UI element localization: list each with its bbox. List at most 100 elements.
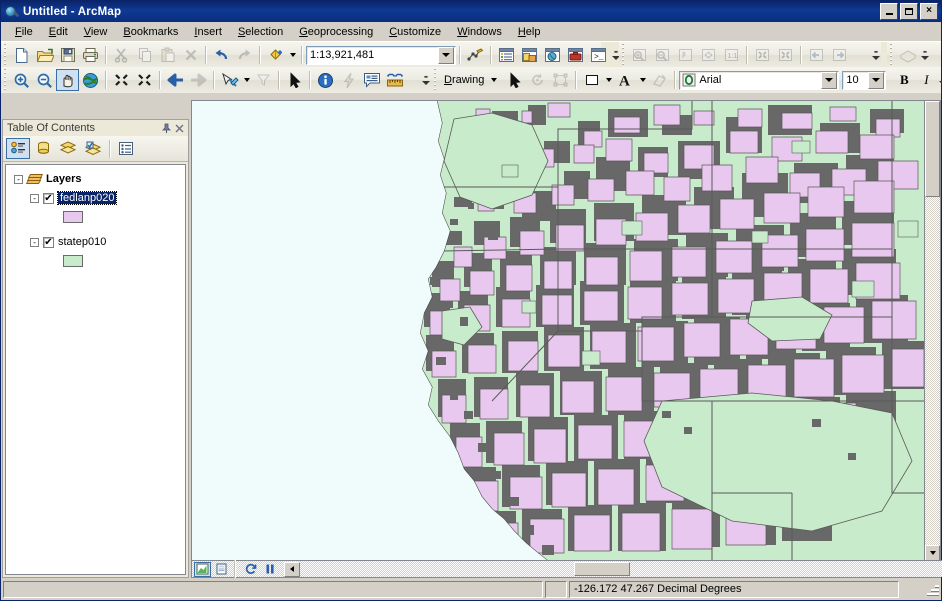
list-by-selection-icon[interactable] <box>81 138 105 159</box>
toc-root-layers[interactable]: - Layers <box>6 171 185 187</box>
maximize-button[interactable] <box>900 3 918 20</box>
hscroll-thumb[interactable] <box>574 562 630 576</box>
font-size-dropdown-arrow-icon[interactable] <box>868 72 884 89</box>
toolbar-grip[interactable] <box>620 44 627 66</box>
menu-bookmarks[interactable]: Bookmarks <box>115 24 186 40</box>
draw-toolbar-overflow-icon[interactable]: ▪▪ <box>937 69 942 91</box>
options-icon[interactable] <box>114 138 138 159</box>
map-scale-combo[interactable]: 1:13,921,481 <box>306 46 456 65</box>
new-rectangle-dropdown-arrow-icon[interactable] <box>603 69 614 91</box>
select-elements-arrow-icon[interactable] <box>503 69 526 91</box>
new-rectangle-icon[interactable] <box>580 69 603 91</box>
drawing-menu-button[interactable]: Drawing <box>440 74 488 86</box>
drawing-menu-dropdown-arrow-icon[interactable] <box>488 69 499 91</box>
search-window-icon[interactable] <box>541 44 564 66</box>
undo-arrow-icon[interactable] <box>210 44 233 66</box>
toolbox-icon[interactable] <box>564 44 587 66</box>
table-of-contents-icon[interactable] <box>495 44 518 66</box>
toc-layer-label[interactable]: statep010 <box>58 236 106 248</box>
font-family-combo[interactable]: Arial <box>679 71 839 90</box>
print-icon[interactable] <box>79 44 102 66</box>
font-family-dropdown-arrow-icon[interactable] <box>821 72 837 89</box>
italic-button[interactable]: I <box>915 70 937 91</box>
scroll-down-arrow-icon[interactable] <box>925 545 940 561</box>
previous-extent-icon[interactable] <box>164 69 187 91</box>
resize-grip-icon[interactable] <box>925 582 939 596</box>
map-canvas[interactable] <box>192 101 924 561</box>
close-button[interactable]: × <box>920 3 938 20</box>
toolbar-grip[interactable] <box>888 44 895 66</box>
add-data-dropdown-arrow-icon[interactable] <box>287 44 298 66</box>
expander-toggle[interactable]: - <box>30 194 39 203</box>
select-features-icon[interactable] <box>218 69 241 91</box>
toolbar-grip[interactable] <box>432 69 439 91</box>
full-extent-globe-icon[interactable] <box>79 69 102 91</box>
toc-layer-fedlanp020[interactable]: - ✔ fedlanp020 <box>6 190 185 206</box>
layer-symbol-swatch[interactable] <box>63 255 83 267</box>
menu-view[interactable]: View <box>76 24 116 40</box>
toggle-draft-mode-icon <box>896 44 919 66</box>
open-folder-icon[interactable] <box>33 44 56 66</box>
toc-symbol-fedlanp020[interactable] <box>6 209 185 225</box>
layer-symbol-swatch[interactable] <box>63 211 83 223</box>
menu-customize[interactable]: Customize <box>381 24 449 40</box>
map-scale-dropdown-arrow-icon[interactable] <box>438 47 454 64</box>
vscroll-thumb[interactable] <box>925 101 940 197</box>
select-features-dropdown-arrow-icon[interactable] <box>241 69 252 91</box>
layer-visibility-checkbox[interactable]: ✔ <box>43 237 54 248</box>
toc-layer-label[interactable]: fedlanp020 <box>58 192 116 204</box>
zoom-out-icon[interactable] <box>33 69 56 91</box>
close-icon[interactable] <box>173 122 186 135</box>
toc-symbol-statep010[interactable] <box>6 253 185 269</box>
catalog-icon[interactable] <box>518 44 541 66</box>
list-by-source-icon[interactable] <box>31 138 55 159</box>
editor-toolbar-icon[interactable] <box>464 44 487 66</box>
menu-file[interactable]: FFileile <box>7 24 41 40</box>
expander-toggle[interactable]: - <box>14 175 23 184</box>
layout-view-icon[interactable] <box>213 562 230 577</box>
list-by-drawing-order-icon[interactable] <box>6 138 30 159</box>
map-graphic[interactable] <box>192 101 924 561</box>
tools-toolbar-overflow-icon[interactable]: ▪▪ <box>420 69 431 91</box>
menu-selection[interactable]: Selection <box>230 24 291 40</box>
new-text-dropdown-arrow-icon[interactable] <box>637 69 648 91</box>
menu-windows[interactable]: Windows <box>449 24 510 40</box>
bold-button[interactable]: B <box>893 70 915 91</box>
menu-geoprocessing[interactable]: Geoprocessing <box>291 24 381 40</box>
menu-help[interactable]: Help <box>510 24 549 40</box>
scroll-left-arrow-icon[interactable] <box>284 562 300 577</box>
html-popup-icon[interactable] <box>360 69 383 91</box>
minimize-button[interactable] <box>880 3 898 20</box>
draft-toolbar-overflow-icon[interactable]: ▪▪ <box>919 44 930 66</box>
expander-toggle[interactable]: - <box>30 238 39 247</box>
identify-info-icon[interactable] <box>314 69 337 91</box>
menu-edit[interactable]: Edit <box>41 24 76 40</box>
toc-layer-statep010[interactable]: - ✔ statep010 <box>6 234 185 250</box>
pause-drawing-icon[interactable] <box>261 562 278 577</box>
refresh-view-icon[interactable] <box>242 562 259 577</box>
list-by-visibility-icon[interactable] <box>56 138 80 159</box>
pin-icon[interactable] <box>160 122 173 135</box>
layout-toolbar-overflow-icon[interactable]: ▪▪ <box>870 44 881 66</box>
toc-tree[interactable]: - Layers - ✔ fedlanp020 - ✔ statep010 <box>5 164 186 575</box>
map-vertical-scrollbar[interactable] <box>924 101 940 561</box>
map-view[interactable] <box>191 100 941 578</box>
fixed-zoom-in-icon[interactable] <box>110 69 133 91</box>
font-size-combo[interactable]: 10 <box>842 71 886 90</box>
toolbar-grip[interactable] <box>2 44 9 66</box>
data-view-icon[interactable] <box>194 562 211 577</box>
add-data-icon[interactable] <box>264 44 287 66</box>
new-document-icon[interactable] <box>10 44 33 66</box>
python-window-icon[interactable]: >_ <box>587 44 610 66</box>
zoom-in-icon[interactable] <box>10 69 33 91</box>
pan-hand-icon[interactable] <box>56 69 79 91</box>
fixed-zoom-out-icon[interactable] <box>133 69 156 91</box>
save-disk-icon[interactable] <box>56 44 79 66</box>
toolbar-grip[interactable] <box>2 69 9 91</box>
measure-ruler-icon[interactable] <box>383 69 406 91</box>
new-text-icon[interactable]: A <box>614 69 637 91</box>
edit-vertices-icon <box>549 69 572 91</box>
select-elements-arrow-icon[interactable] <box>283 69 306 91</box>
menu-insert[interactable]: Insert <box>186 24 230 40</box>
layer-visibility-checkbox[interactable]: ✔ <box>43 193 54 204</box>
